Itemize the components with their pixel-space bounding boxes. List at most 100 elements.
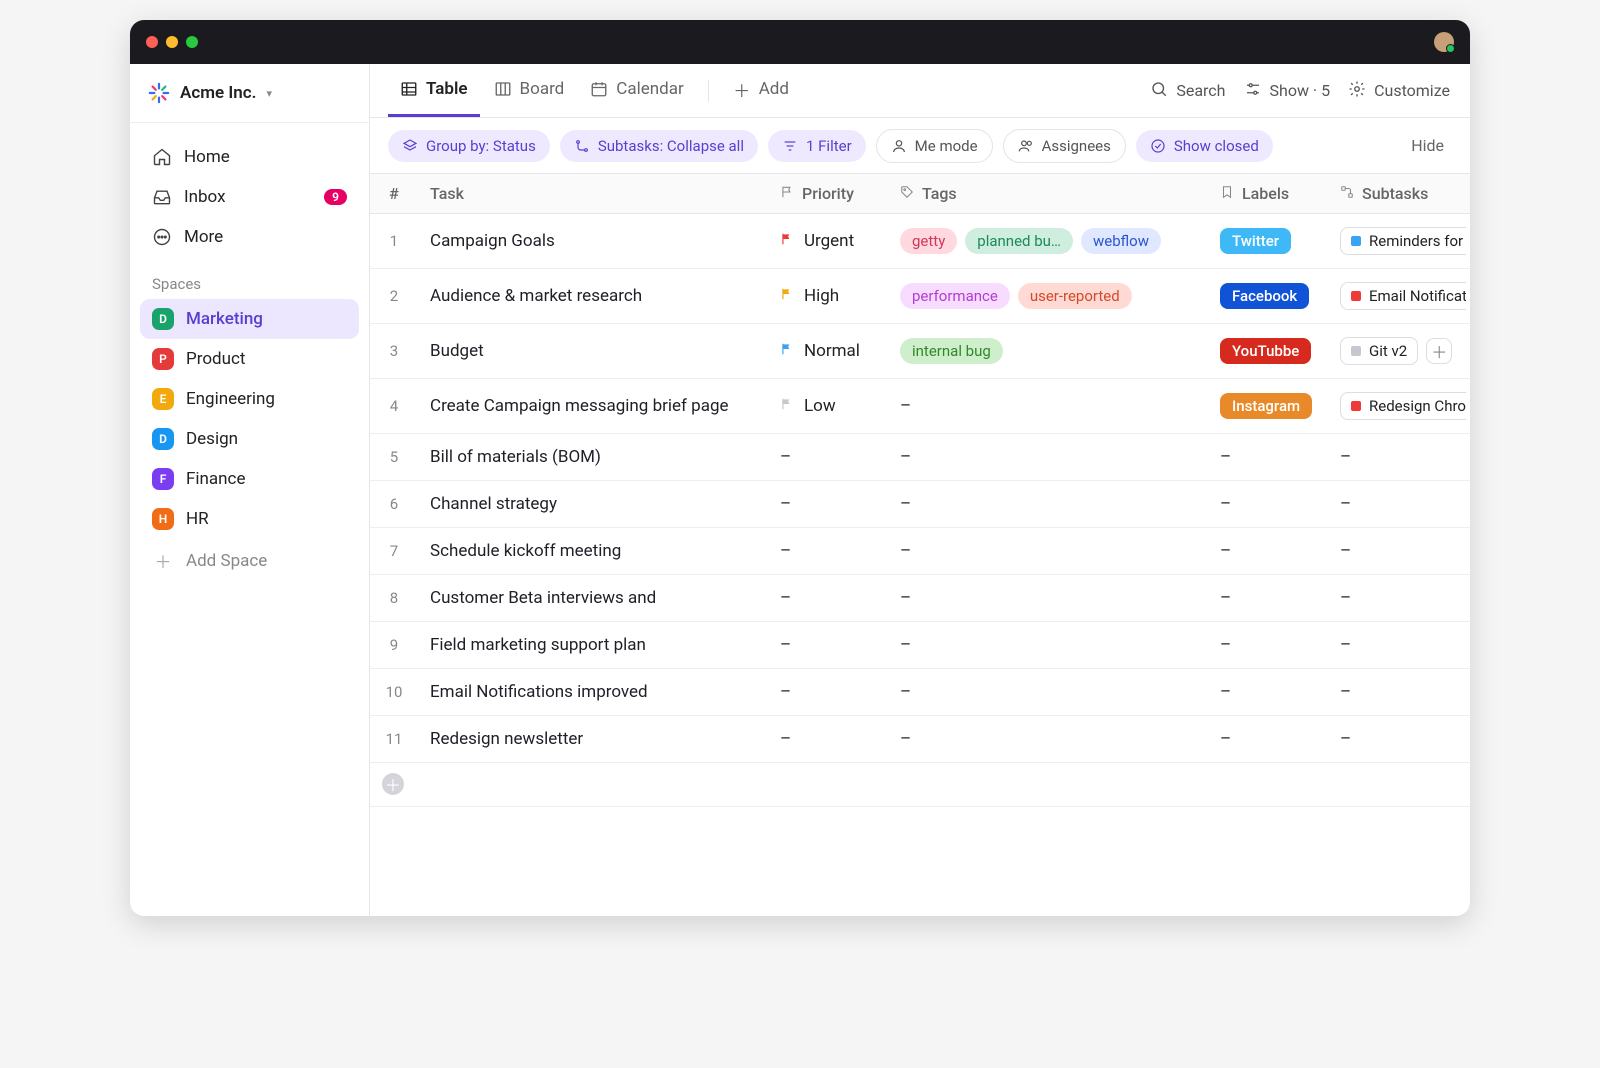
col-task-header[interactable]: Task: [418, 174, 768, 214]
priority-cell[interactable]: High: [768, 269, 888, 324]
labels-cell[interactable]: –: [1208, 481, 1328, 528]
subtasks-cell[interactable]: Git v2＋: [1328, 324, 1470, 379]
table-row[interactable]: 6Channel strategy––––: [370, 481, 1470, 528]
table-row[interactable]: 7Schedule kickoff meeting––––: [370, 528, 1470, 575]
subtasks-cell[interactable]: Redesign Chro: [1328, 379, 1470, 434]
window-minimize-icon[interactable]: [166, 36, 178, 48]
tags-cell[interactable]: –: [888, 434, 1208, 481]
add-row[interactable]: ＋: [370, 763, 1470, 807]
tab-calendar[interactable]: Calendar: [578, 64, 695, 117]
subtasks-cell[interactable]: Email Notificat: [1328, 269, 1470, 324]
tags-cell[interactable]: performance user-reported: [888, 269, 1208, 324]
task-cell[interactable]: Campaign Goals: [418, 214, 768, 269]
priority-cell[interactable]: –: [768, 622, 888, 669]
labels-cell[interactable]: –: [1208, 716, 1328, 763]
label-pill[interactable]: YouTubbe: [1220, 338, 1311, 364]
table-row[interactable]: 9Field marketing support plan––––: [370, 622, 1470, 669]
show-button[interactable]: Show · 5: [1244, 80, 1331, 102]
tags-cell[interactable]: –: [888, 379, 1208, 434]
label-pill[interactable]: Instagram: [1220, 393, 1312, 419]
labels-cell[interactable]: Twitter: [1208, 214, 1328, 269]
workspace-switcher[interactable]: Acme Inc. ▾: [130, 64, 369, 123]
labels-cell[interactable]: YouTubbe: [1208, 324, 1328, 379]
hide-button[interactable]: Hide: [1403, 136, 1452, 155]
assignees-chip[interactable]: Assignees: [1003, 129, 1126, 163]
table-row[interactable]: 10Email Notifications improved––––: [370, 669, 1470, 716]
task-cell[interactable]: Customer Beta interviews and: [418, 575, 768, 622]
col-number-header[interactable]: #: [370, 174, 418, 214]
task-cell[interactable]: Bill of materials (BOM): [418, 434, 768, 481]
tag-pill[interactable]: user-reported: [1018, 283, 1132, 309]
task-cell[interactable]: Budget: [418, 324, 768, 379]
window-close-icon[interactable]: [146, 36, 158, 48]
priority-cell[interactable]: –: [768, 481, 888, 528]
table-row[interactable]: 3BudgetNormalinternal bugYouTubbeGit v2＋: [370, 324, 1470, 379]
table-row[interactable]: 11Redesign newsletter––––: [370, 716, 1470, 763]
subtask-pill[interactable]: Email Notificat: [1340, 282, 1466, 310]
col-tags-header[interactable]: Tags: [888, 174, 1208, 214]
labels-cell[interactable]: –: [1208, 575, 1328, 622]
tag-pill[interactable]: performance: [900, 283, 1010, 309]
sidebar-item-product[interactable]: PProduct: [140, 339, 359, 379]
window-maximize-icon[interactable]: [186, 36, 198, 48]
table-row[interactable]: 5Bill of materials (BOM)––––: [370, 434, 1470, 481]
group-by-chip[interactable]: Group by: Status: [388, 130, 550, 162]
user-avatar[interactable]: [1434, 32, 1454, 52]
task-cell[interactable]: Redesign newsletter: [418, 716, 768, 763]
task-cell[interactable]: Schedule kickoff meeting: [418, 528, 768, 575]
add-subtask-button[interactable]: ＋: [1426, 338, 1452, 364]
labels-cell[interactable]: Instagram: [1208, 379, 1328, 434]
sidebar-item-marketing[interactable]: DMarketing: [140, 299, 359, 339]
show-closed-chip[interactable]: Show closed: [1136, 130, 1273, 162]
nav-home[interactable]: Home: [140, 137, 359, 177]
nav-more[interactable]: More: [140, 217, 359, 257]
labels-cell[interactable]: –: [1208, 434, 1328, 481]
subtasks-cell[interactable]: –: [1328, 481, 1470, 528]
tag-pill[interactable]: webflow: [1081, 228, 1161, 254]
tab-table[interactable]: Table: [388, 64, 480, 117]
subtasks-chip[interactable]: Subtasks: Collapse all: [560, 130, 758, 162]
subtasks-cell[interactable]: –: [1328, 434, 1470, 481]
priority-cell[interactable]: –: [768, 716, 888, 763]
task-cell[interactable]: Email Notifications improved: [418, 669, 768, 716]
tags-cell[interactable]: –: [888, 528, 1208, 575]
tags-cell[interactable]: getty planned bu… webflow: [888, 214, 1208, 269]
search-button[interactable]: Search: [1150, 80, 1225, 102]
priority-cell[interactable]: –: [768, 434, 888, 481]
tags-cell[interactable]: internal bug: [888, 324, 1208, 379]
priority-cell[interactable]: Urgent: [768, 214, 888, 269]
subtask-pill[interactable]: Reminders for: [1340, 227, 1466, 255]
priority-cell[interactable]: Low: [768, 379, 888, 434]
me-mode-chip[interactable]: Me mode: [876, 129, 993, 163]
sidebar-item-engineering[interactable]: EEngineering: [140, 379, 359, 419]
subtask-pill[interactable]: Redesign Chro: [1340, 392, 1466, 420]
task-cell[interactable]: Create Campaign messaging brief page: [418, 379, 768, 434]
table-row[interactable]: 8Customer Beta interviews and––––: [370, 575, 1470, 622]
add-view-button[interactable]: ＋ Add: [721, 64, 801, 117]
table-row[interactable]: 4Create Campaign messaging brief pageLow…: [370, 379, 1470, 434]
subtasks-cell[interactable]: Reminders for: [1328, 214, 1470, 269]
add-row-button[interactable]: ＋: [370, 763, 418, 807]
subtasks-cell[interactable]: –: [1328, 669, 1470, 716]
labels-cell[interactable]: –: [1208, 528, 1328, 575]
customize-button[interactable]: Customize: [1348, 80, 1450, 102]
label-pill[interactable]: Facebook: [1220, 283, 1309, 309]
col-priority-header[interactable]: Priority: [768, 174, 888, 214]
tag-pill[interactable]: getty: [900, 228, 957, 254]
tags-cell[interactable]: –: [888, 669, 1208, 716]
tag-pill[interactable]: planned bu…: [965, 228, 1073, 254]
task-cell[interactable]: Audience & market research: [418, 269, 768, 324]
priority-cell[interactable]: –: [768, 528, 888, 575]
col-subtasks-header[interactable]: Subtasks: [1328, 174, 1470, 214]
subtasks-cell[interactable]: –: [1328, 716, 1470, 763]
tab-board[interactable]: Board: [482, 64, 577, 117]
subtasks-cell[interactable]: –: [1328, 575, 1470, 622]
tags-cell[interactable]: –: [888, 575, 1208, 622]
table-row[interactable]: 1Campaign GoalsUrgentgettyplanned bu…web…: [370, 214, 1470, 269]
label-pill[interactable]: Twitter: [1220, 228, 1291, 254]
tags-cell[interactable]: –: [888, 481, 1208, 528]
filter-chip[interactable]: 1 Filter: [768, 130, 866, 162]
priority-cell[interactable]: –: [768, 575, 888, 622]
nav-inbox[interactable]: Inbox 9: [140, 177, 359, 217]
subtasks-cell[interactable]: –: [1328, 528, 1470, 575]
